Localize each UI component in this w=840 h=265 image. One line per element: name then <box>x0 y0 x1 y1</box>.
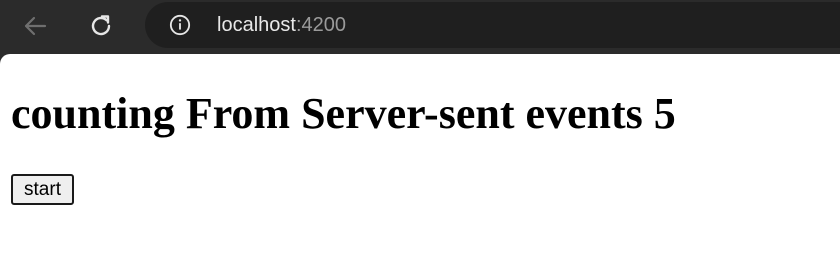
url-host: localhost <box>217 14 296 36</box>
reload-icon <box>91 15 111 36</box>
reload-button[interactable] <box>84 9 118 43</box>
site-info-button[interactable] <box>169 14 191 36</box>
back-arrow-icon <box>24 16 47 36</box>
info-icon <box>169 14 191 36</box>
page-content: counting From Server-sent events 5 start <box>0 54 840 265</box>
url-port: :4200 <box>295 14 346 36</box>
address-bar[interactable]: localhost:4200 <box>145 2 840 48</box>
url-text[interactable]: localhost:4200 <box>217 14 346 36</box>
page-title: counting From Server-sent events 5 <box>11 89 676 138</box>
back-button[interactable] <box>18 9 52 43</box>
browser-toolbar: localhost:4200 <box>0 0 840 54</box>
start-button[interactable]: start <box>11 174 74 205</box>
